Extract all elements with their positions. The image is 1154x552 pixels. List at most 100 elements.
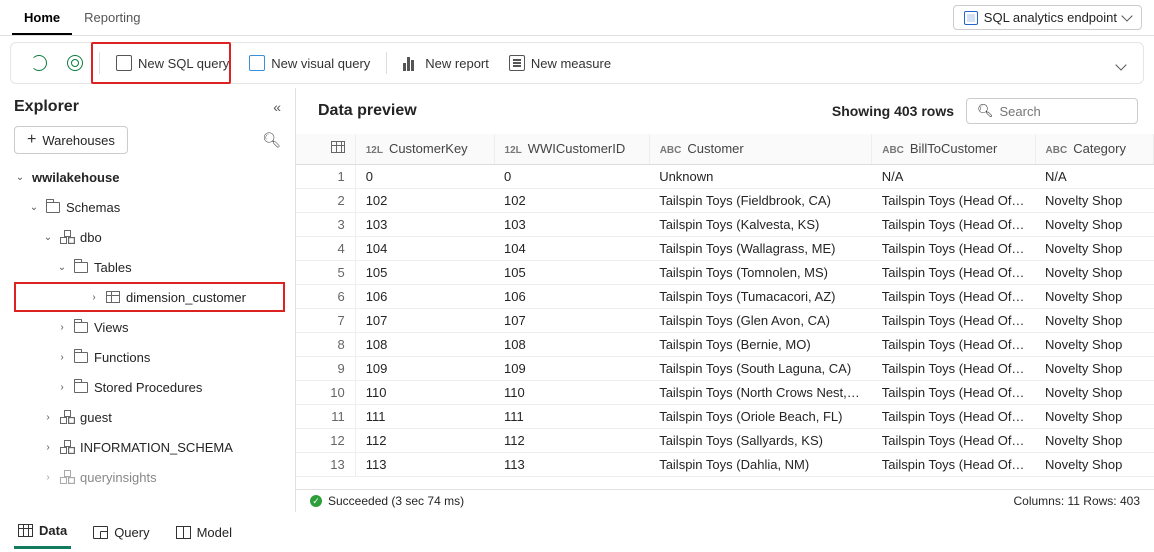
- table-row[interactable]: 12112112Tailspin Toys (Sallyards, KS)Tai…: [296, 428, 1154, 452]
- row-number: 4: [296, 236, 355, 260]
- table-row[interactable]: 13113113Tailspin Toys (Dahlia, NM)Tailsp…: [296, 452, 1154, 476]
- cell: Tailspin Toys (Head Office): [872, 356, 1035, 380]
- table-row[interactable]: 6106106Tailspin Toys (Tumacacori, AZ)Tai…: [296, 284, 1154, 308]
- table-row[interactable]: 8108108Tailspin Toys (Bernie, MO)Tailspi…: [296, 332, 1154, 356]
- tree-label: INFORMATION_SCHEMA: [80, 440, 233, 455]
- tree-node-dimension-customer[interactable]: › dimension_customer: [0, 282, 295, 312]
- endpoint-selector[interactable]: SQL analytics endpoint: [953, 5, 1142, 30]
- cell: 109: [494, 356, 649, 380]
- table-row[interactable]: 4104104Tailspin Toys (Wallagrass, ME)Tai…: [296, 236, 1154, 260]
- column-header[interactable]: ABCCategory: [1035, 134, 1153, 164]
- tree-label: Tables: [94, 260, 132, 275]
- cell: 103: [355, 212, 494, 236]
- tree-node-schemas[interactable]: ⌄ Schemas: [0, 192, 295, 222]
- tab-reporting[interactable]: Reporting: [72, 2, 152, 33]
- cell: 110: [355, 380, 494, 404]
- chevron-down-icon: [1115, 59, 1126, 70]
- tree-node-information-schema[interactable]: › INFORMATION_SCHEMA: [0, 432, 295, 462]
- tree-node-dbo[interactable]: ⌄ dbo: [0, 222, 295, 252]
- cell: 102: [355, 188, 494, 212]
- tree-label: wwilakehouse: [32, 170, 119, 185]
- row-number: 2: [296, 188, 355, 212]
- table-row[interactable]: 100UnknownN/AN/A: [296, 164, 1154, 188]
- cell: 103: [494, 212, 649, 236]
- report-icon: [403, 55, 419, 71]
- chevron-right-icon: ›: [42, 442, 54, 453]
- chevron-right-icon: ›: [42, 412, 54, 423]
- tree-label: Views: [94, 320, 128, 335]
- row-number: 8: [296, 332, 355, 356]
- tree-node-lakehouse[interactable]: ⌄ wwilakehouse: [0, 162, 295, 192]
- explorer-panel: Explorer « + Warehouses 🔍︎ ⌄ wwilakehous…: [0, 88, 296, 512]
- cell: Novelty Shop: [1035, 308, 1153, 332]
- table-icon: [331, 141, 345, 153]
- row-number: 1: [296, 164, 355, 188]
- gear-icon: [67, 55, 83, 71]
- tab-home[interactable]: Home: [12, 2, 72, 35]
- cell: Tailspin Toys (Wallagrass, ME): [649, 236, 872, 260]
- top-tabbar: Home Reporting SQL analytics endpoint: [0, 0, 1154, 36]
- column-header[interactable]: ABCBillToCustomer: [872, 134, 1035, 164]
- tree-node-functions[interactable]: › Functions: [0, 342, 295, 372]
- cell: 113: [494, 452, 649, 476]
- cell: 111: [494, 404, 649, 428]
- status-text: Succeeded (3 sec 74 ms): [328, 494, 464, 508]
- new-visual-query-button[interactable]: New visual query: [239, 51, 380, 75]
- footer-tab-query[interactable]: Query: [89, 517, 153, 548]
- column-header[interactable]: 12LWWICustomerID: [494, 134, 649, 164]
- new-measure-button[interactable]: New measure: [499, 51, 621, 75]
- cell: 105: [355, 260, 494, 284]
- tree-label: dimension_customer: [126, 290, 246, 305]
- chevron-down-icon: ⌄: [42, 232, 54, 243]
- table-row[interactable]: 10110110Tailspin Toys (North Crows Nest,…: [296, 380, 1154, 404]
- table-row[interactable]: 9109109Tailspin Toys (South Laguna, CA)T…: [296, 356, 1154, 380]
- settings-button[interactable]: [57, 51, 93, 75]
- table-row[interactable]: 5105105Tailspin Toys (Tomnolen, MS)Tails…: [296, 260, 1154, 284]
- cell: Novelty Shop: [1035, 356, 1153, 380]
- new-sql-query-button[interactable]: New SQL query: [106, 51, 239, 75]
- tree-node-views[interactable]: › Views: [0, 312, 295, 342]
- add-warehouses-button[interactable]: + Warehouses: [14, 126, 128, 154]
- measure-icon: [509, 55, 525, 71]
- table-row[interactable]: 3103103Tailspin Toys (Kalvesta, KS)Tails…: [296, 212, 1154, 236]
- footer-tab-data[interactable]: Data: [14, 515, 71, 549]
- new-report-button[interactable]: New report: [393, 51, 499, 75]
- tree-node-guest[interactable]: › guest: [0, 402, 295, 432]
- collapse-icon[interactable]: «: [273, 99, 281, 115]
- table-row[interactable]: 7107107Tailspin Toys (Glen Avon, CA)Tail…: [296, 308, 1154, 332]
- cell: Novelty Shop: [1035, 428, 1153, 452]
- cell: Tailspin Toys (Head Office): [872, 452, 1035, 476]
- success-icon: ✓: [310, 495, 322, 507]
- footer-tab-model[interactable]: Model: [172, 517, 236, 548]
- cell: Tailspin Toys (Kalvesta, KS): [649, 212, 872, 236]
- refresh-button[interactable]: [21, 51, 57, 75]
- cell: Tailspin Toys (Head Office): [872, 380, 1035, 404]
- footer-label: Data: [39, 523, 67, 538]
- schema-icon: [60, 410, 74, 424]
- cell: 112: [494, 428, 649, 452]
- cell: Tailspin Toys (Head Office): [872, 428, 1035, 452]
- cell: 107: [355, 308, 494, 332]
- column-header[interactable]: ABCCustomer: [649, 134, 872, 164]
- schema-icon: [60, 440, 74, 454]
- tree-label: Stored Procedures: [94, 380, 202, 395]
- column-header[interactable]: 12LCustomerKey: [355, 134, 494, 164]
- cell: Tailspin Toys (Head Office): [872, 188, 1035, 212]
- search-icon[interactable]: 🔍︎: [262, 131, 281, 149]
- cell: 107: [494, 308, 649, 332]
- row-number: 9: [296, 356, 355, 380]
- schema-icon: [60, 470, 74, 484]
- cell: Novelty Shop: [1035, 236, 1153, 260]
- separator: [386, 52, 387, 74]
- status-bar: ✓ Succeeded (3 sec 74 ms) Columns: 11 Ro…: [296, 489, 1154, 512]
- cell: N/A: [1035, 164, 1153, 188]
- cell: Novelty Shop: [1035, 260, 1153, 284]
- table-row[interactable]: 2102102Tailspin Toys (Fieldbrook, CA)Tai…: [296, 188, 1154, 212]
- tree-node-queryinsights[interactable]: › queryinsights: [0, 462, 295, 492]
- tree-node-sprocs[interactable]: › Stored Procedures: [0, 372, 295, 402]
- search-input[interactable]: [1000, 104, 1127, 119]
- table-row[interactable]: 11111111Tailspin Toys (Oriole Beach, FL)…: [296, 404, 1154, 428]
- tree-node-tables[interactable]: ⌄ Tables: [0, 252, 295, 282]
- search-box[interactable]: 🔍︎: [966, 98, 1138, 124]
- toolbar-overflow-button[interactable]: [1109, 49, 1133, 78]
